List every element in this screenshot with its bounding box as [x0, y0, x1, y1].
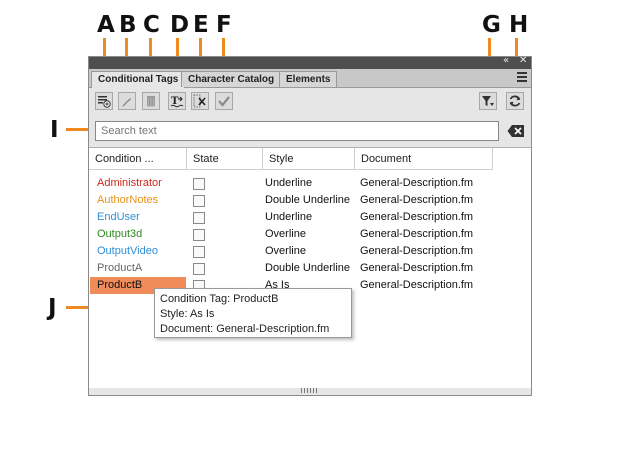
callout-g: G	[482, 12, 501, 38]
state-checkbox[interactable]	[193, 229, 205, 241]
refresh-icon	[509, 95, 521, 107]
document-cell: General-Description.fm	[360, 194, 474, 206]
remove-tag-button[interactable]	[191, 92, 209, 110]
condition-tags-table: Condition ... State Style Document Admin…	[89, 147, 531, 388]
condition-name[interactable]: OutputVideo	[97, 243, 158, 260]
column-header-style[interactable]: Style	[263, 148, 355, 170]
table-row[interactable]: Output3d Overline General-Description.fm	[89, 226, 493, 243]
document-cell: General-Description.fm	[360, 262, 474, 274]
apply-tag-button[interactable]: T	[168, 92, 186, 110]
condition-name[interactable]: ProductB	[97, 277, 142, 294]
callout-b: B	[119, 12, 137, 38]
document-cell: General-Description.fm	[360, 279, 474, 291]
new-condition-tag-icon	[98, 96, 111, 108]
resize-grip[interactable]	[301, 388, 319, 393]
callout-f: F	[216, 12, 232, 38]
document-cell: General-Description.fm	[360, 211, 474, 223]
tooltip-document: Document: General-Description.fm	[160, 323, 330, 335]
panel-menu-icon[interactable]	[517, 72, 527, 82]
state-checkbox[interactable]	[193, 178, 205, 190]
state-checkbox[interactable]	[193, 246, 205, 258]
search-input[interactable]	[95, 121, 499, 141]
column-header-condition[interactable]: Condition ...	[89, 148, 187, 170]
table-row[interactable]: OutputVideo Overline General-Description.f…	[89, 243, 493, 260]
new-condition-tag-button[interactable]	[95, 92, 113, 110]
tag-tooltip: Condition Tag: ProductB Style: As Is Doc…	[154, 288, 352, 338]
state-checkbox[interactable]	[193, 195, 205, 207]
table-row[interactable]: EndUser Underline General-Description.fm	[89, 209, 493, 226]
refresh-button[interactable]	[506, 92, 524, 110]
delete-tag-button[interactable]	[142, 92, 160, 110]
edit-pencil-icon	[122, 98, 131, 107]
tab-conditional-tags[interactable]: Conditional Tags	[91, 71, 186, 88]
filter-icon	[482, 96, 494, 106]
document-cell: General-Description.fm	[360, 228, 474, 240]
trash-icon	[147, 96, 155, 107]
callout-j: J	[48, 295, 57, 321]
tooltip-condition-tag: Condition Tag: ProductB	[160, 293, 279, 305]
conditional-tags-panel: « ✕ Conditional Tags Character Catalog E…	[88, 55, 532, 396]
column-header-document[interactable]: Document	[355, 148, 493, 170]
checkmark-icon	[218, 96, 230, 107]
collapse-icon[interactable]: «	[503, 55, 509, 66]
style-cell: Double Underline	[265, 194, 350, 206]
condition-name[interactable]: AuthorNotes	[97, 192, 158, 209]
document-cell: General-Description.fm	[360, 177, 474, 189]
table-row[interactable]: Administrator Underline General-Descriptio…	[89, 175, 493, 192]
state-checkbox[interactable]	[193, 212, 205, 224]
callout-a: A	[97, 12, 115, 38]
tab-bar: Conditional Tags Character Catalog Eleme…	[89, 69, 531, 88]
clear-search-icon[interactable]	[507, 123, 525, 139]
tab-elements[interactable]: Elements	[279, 71, 338, 87]
callout-c: C	[143, 12, 160, 38]
tooltip-style: Style: As Is	[160, 308, 215, 320]
filter-button[interactable]	[479, 92, 497, 110]
column-header-state[interactable]: State	[187, 148, 263, 170]
edit-tag-button[interactable]	[118, 92, 136, 110]
callout-e: E	[193, 12, 209, 38]
style-cell: Underline	[265, 211, 313, 223]
table-row[interactable]: AuthorNotes Double Underline General-Descr…	[89, 192, 493, 209]
callout-i: I	[50, 117, 59, 143]
style-cell: Overline	[265, 228, 306, 240]
apply-tag-icon: T	[170, 96, 184, 108]
condition-name[interactable]: EndUser	[97, 209, 140, 226]
panel-titlebar: « ✕	[89, 55, 531, 69]
condition-name[interactable]: ProductA	[97, 260, 142, 277]
document-cell: General-Description.fm	[360, 245, 474, 257]
style-cell: Double Underline	[265, 262, 350, 274]
table-row[interactable]: ProductA Double Underline General-Descript…	[89, 260, 493, 277]
style-cell: Underline	[265, 177, 313, 189]
state-checkbox[interactable]	[193, 263, 205, 275]
condition-name[interactable]: Administrator	[97, 175, 162, 192]
style-cell: Overline	[265, 245, 306, 257]
callout-d: D	[170, 12, 190, 38]
remove-tag-icon	[193, 94, 206, 108]
tab-character-catalog[interactable]: Character Catalog	[181, 71, 282, 87]
close-icon[interactable]: ✕	[519, 55, 527, 66]
condition-name[interactable]: Output3d	[97, 226, 142, 243]
callout-h: H	[509, 12, 529, 38]
commit-button[interactable]	[215, 92, 233, 110]
